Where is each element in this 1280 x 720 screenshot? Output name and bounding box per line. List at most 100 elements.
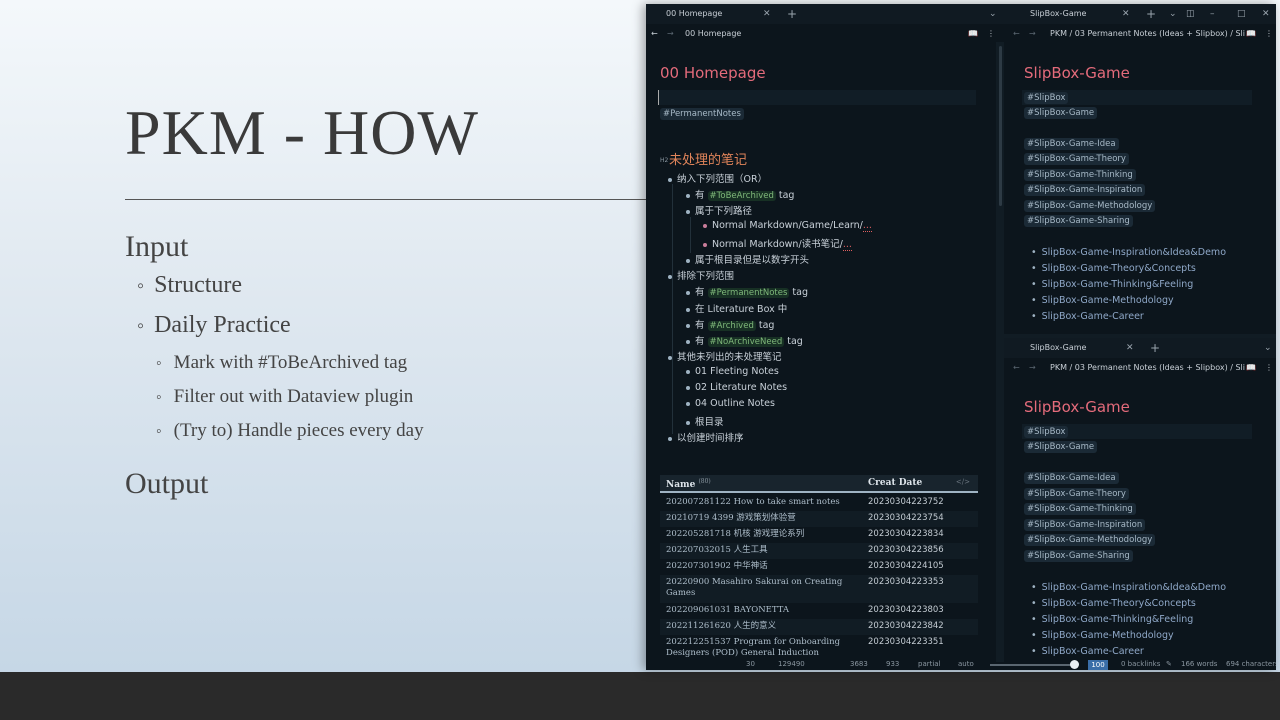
tag-slipbox-game-theory[interactable]: #SlipBox-Game-Theory: [1024, 153, 1129, 165]
column-name[interactable]: Name (80): [666, 478, 711, 490]
path-link[interactable]: ...: [842, 239, 852, 251]
more-options-icon[interactable]: ⋮: [1265, 358, 1273, 378]
tag-slipbox-game-methodology[interactable]: #SlipBox-Game-Methodology: [1024, 200, 1156, 212]
zoom-slider-track[interactable]: [990, 664, 1076, 666]
list-item: 属于根目录但是以数字开头: [686, 252, 809, 266]
note-link[interactable]: SlipBox-Game-Inspiration&Idea&Demo: [1031, 247, 1226, 258]
note-link[interactable]: SlipBox-Game-Thinking&Feeling: [1031, 279, 1194, 290]
table-header: Name (80) Creat Date </>: [660, 475, 978, 493]
forward-arrow-icon[interactable]: →: [1029, 24, 1036, 44]
note-link[interactable]: 202212251537 Program for Onboarding Desi…: [666, 637, 866, 659]
note-link[interactable]: 20220900 Masahiro Sakurai on Creating Ga…: [666, 577, 866, 599]
note-title: SlipBox-Game: [1024, 398, 1130, 416]
tab-slipbox-game[interactable]: SlipBox-Game: [1030, 338, 1086, 358]
tag-slipbox-game-idea[interactable]: #SlipBox-Game-Idea: [1024, 138, 1119, 150]
tag-slipbox-game-sharing[interactable]: #SlipBox-Game-Sharing: [1024, 215, 1133, 227]
note-link[interactable]: SlipBox-Game-Methodology: [1031, 295, 1174, 306]
forward-arrow-icon[interactable]: →: [1029, 358, 1036, 378]
scrollbar[interactable]: [999, 46, 1002, 206]
tag-slipbox-game-theory[interactable]: #SlipBox-Game-Theory: [1024, 488, 1129, 500]
tag-permanentnotes[interactable]: #PermanentNotes: [707, 288, 790, 298]
bullet-structure: Structure: [137, 272, 242, 299]
tag-slipbox[interactable]: #SlipBox: [1024, 92, 1069, 104]
list-item: Normal Markdown/Game/Learn/...: [703, 220, 872, 232]
editing-line[interactable]: [658, 90, 976, 105]
forward-arrow-icon[interactable]: →: [667, 24, 674, 44]
zoom-slider-handle[interactable]: [1070, 660, 1079, 669]
tag-slipbox-game[interactable]: #SlipBox-Game: [1024, 107, 1098, 119]
tag-archived[interactable]: #Archived: [707, 321, 756, 331]
left-tab-bar: 00 Homepage ✕ + ⌄: [646, 4, 1004, 24]
close-tab-icon[interactable]: ✕: [1122, 4, 1130, 24]
note-link[interactable]: SlipBox-Game-Career: [1031, 311, 1144, 322]
reading-view-icon[interactable]: 📖: [1246, 358, 1256, 378]
maximize-icon[interactable]: □: [1237, 4, 1246, 24]
sidebar-toggle-icon[interactable]: ◫: [1186, 4, 1195, 24]
new-tab-icon[interactable]: +: [787, 4, 797, 24]
status-item[interactable]: partial: [918, 660, 941, 668]
breadcrumb[interactable]: PKM / 03 Permanent Notes (Ideas + Slipbo…: [1050, 358, 1246, 378]
back-arrow-icon[interactable]: ←: [651, 24, 658, 44]
back-arrow-icon[interactable]: ←: [1013, 358, 1020, 378]
note-link[interactable]: SlipBox-Game-Theory&Concepts: [1031, 598, 1196, 609]
status-item: 3683: [850, 660, 868, 668]
chevron-down-icon[interactable]: ⌄: [989, 4, 997, 24]
tag-slipbox-game-inspiration[interactable]: #SlipBox-Game-Inspiration: [1024, 519, 1146, 531]
tag-tobearchived[interactable]: #ToBeArchived: [707, 191, 776, 201]
tag-slipbox-game-inspiration[interactable]: #SlipBox-Game-Inspiration: [1024, 184, 1146, 196]
close-window-icon[interactable]: ✕: [1262, 4, 1270, 24]
reading-view-icon[interactable]: 📖: [1246, 24, 1256, 44]
tag-slipbox[interactable]: #SlipBox: [1024, 426, 1069, 438]
reading-view-icon[interactable]: 📖: [968, 24, 978, 44]
cell-date: 20230304224105: [868, 561, 944, 571]
path-link[interactable]: ...: [862, 220, 872, 232]
tag-slipbox-game-sharing[interactable]: #SlipBox-Game-Sharing: [1024, 550, 1133, 562]
tab-slipbox-game[interactable]: SlipBox-Game: [1030, 4, 1086, 24]
note-link[interactable]: 202209061031 BAYONETTA: [666, 605, 866, 616]
backlinks-count[interactable]: 0 backlinks: [1121, 660, 1160, 668]
breadcrumb[interactable]: PKM / 03 Permanent Notes (Ideas + Slipbo…: [1050, 24, 1246, 44]
chevron-down-icon[interactable]: ⌄: [1169, 4, 1177, 24]
note-link[interactable]: SlipBox-Game-Theory&Concepts: [1031, 263, 1196, 274]
tag-slipbox-game-thinking[interactable]: #SlipBox-Game-Thinking: [1024, 169, 1136, 181]
right-tab-bar: SlipBox-Game ✕ + ⌄ ◫ – □ ✕: [1004, 4, 1276, 24]
more-options-icon[interactable]: ⋮: [987, 24, 995, 44]
note-link[interactable]: SlipBox-Game-Methodology: [1031, 630, 1174, 641]
table-row: 202209061031 BAYONETTA 20230304223803: [660, 603, 978, 619]
zoom-level[interactable]: 100: [1088, 660, 1108, 670]
tab-homepage[interactable]: 00 Homepage: [666, 4, 722, 24]
note-link[interactable]: 202207032015 人生工具: [666, 545, 866, 556]
note-link[interactable]: SlipBox-Game-Career: [1031, 646, 1144, 657]
breadcrumb[interactable]: 00 Homepage: [685, 24, 741, 44]
list-item: 有 #PermanentNotes tag: [686, 284, 808, 298]
status-item[interactable]: auto: [958, 660, 974, 668]
note-link[interactable]: SlipBox-Game-Thinking&Feeling: [1031, 614, 1194, 625]
note-link[interactable]: 202207301902 中华神话: [666, 561, 866, 572]
new-tab-icon[interactable]: +: [1150, 338, 1160, 358]
minimize-icon[interactable]: –: [1210, 4, 1215, 24]
note-link[interactable]: SlipBox-Game-Inspiration&Idea&Demo: [1031, 582, 1226, 593]
tag-slipbox-game[interactable]: #SlipBox-Game: [1024, 441, 1098, 453]
column-creat-date[interactable]: Creat Date: [868, 478, 922, 488]
more-options-icon[interactable]: ⋮: [1265, 24, 1273, 44]
chevron-down-icon[interactable]: ⌄: [1264, 338, 1272, 358]
tag-slipbox-game-methodology[interactable]: #SlipBox-Game-Methodology: [1024, 534, 1156, 546]
bottom-right-nav-bar: ← → PKM / 03 Permanent Notes (Ideas + Sl…: [1004, 358, 1276, 378]
close-tab-icon[interactable]: ✕: [763, 4, 771, 24]
tag-slipbox-game-thinking[interactable]: #SlipBox-Game-Thinking: [1024, 503, 1136, 515]
back-arrow-icon[interactable]: ←: [1013, 24, 1020, 44]
note-link[interactable]: 20210719 4399 游戏策划体验营: [666, 513, 866, 524]
close-tab-icon[interactable]: ✕: [1126, 338, 1134, 358]
character-count: 694 characters: [1226, 660, 1276, 668]
pencil-icon[interactable]: ✎: [1166, 660, 1172, 668]
tag-permanent-notes[interactable]: #PermanentNotes: [660, 108, 744, 120]
note-link[interactable]: 202205281718 机核 游戏理论系列: [666, 529, 866, 540]
code-icon[interactable]: </>: [956, 478, 970, 486]
list-item: 根目录: [686, 414, 724, 428]
tag-noarchiveneed[interactable]: #NoArchiveNeed: [707, 337, 785, 347]
note-link[interactable]: 202211261620 人生的意义: [666, 621, 866, 632]
tag-slipbox-game-idea[interactable]: #SlipBox-Game-Idea: [1024, 472, 1119, 484]
new-tab-icon[interactable]: +: [1146, 4, 1156, 24]
list-item: 以创建时间排序: [668, 430, 744, 444]
note-link[interactable]: 202007281122 How to take smart notes: [666, 497, 866, 508]
